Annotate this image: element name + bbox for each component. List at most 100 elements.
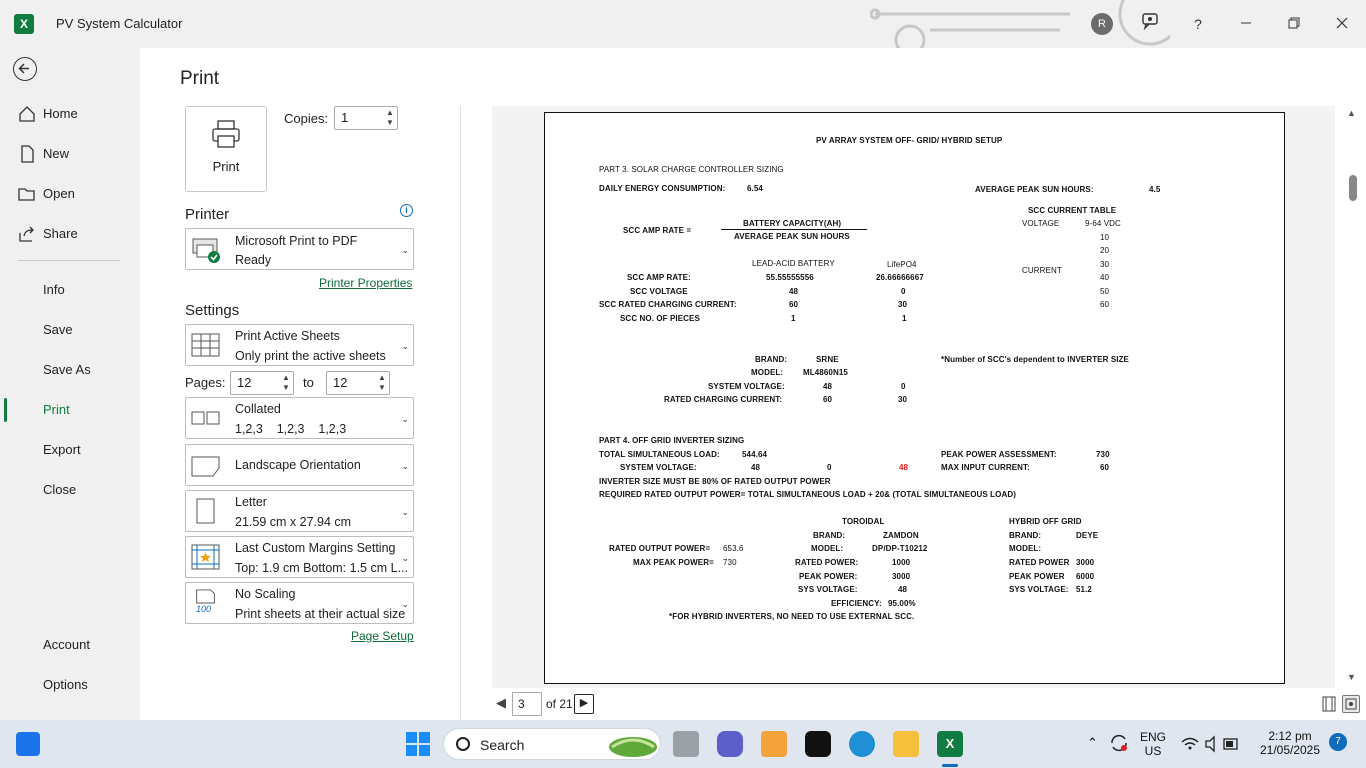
- stepper-arrows-icon[interactable]: ▲ ▼: [377, 373, 387, 393]
- nav-item-label: Open: [43, 186, 75, 201]
- close-icon[interactable]: [1330, 12, 1354, 36]
- pages-from-stepper[interactable]: 12 ▲ ▼: [230, 371, 294, 395]
- printer-ready-icon: [192, 238, 220, 263]
- preview-scrollbar[interactable]: ▲ ▼: [1345, 106, 1361, 688]
- scc-note: *Number of SCC's dependent to INVERTER S…: [941, 355, 1129, 364]
- collated-icon: [191, 411, 220, 425]
- orientation-select[interactable]: Landscape Orientation ⌄: [185, 444, 414, 486]
- show-margins-icon[interactable]: [1320, 695, 1338, 713]
- h-pp-label: PEAK POWER: [1009, 572, 1065, 581]
- nav-item-new[interactable]: New: [0, 136, 140, 172]
- copies-stepper[interactable]: 1 ▲ ▼: [334, 106, 398, 130]
- peak-sun-hours-label: AVERAGE PEAK SUN HOURS:: [975, 185, 1094, 194]
- scaling-select[interactable]: 100 No Scaling Print sheets at their act…: [185, 582, 414, 624]
- file-explorer-icon[interactable]: [893, 731, 919, 757]
- sheet-title: PV ARRAY SYSTEM OFF- GRID/ HYBRID SETUP: [816, 136, 1003, 145]
- taskbar: Search X ⌃ ENG US 2:12 pm 21/05/2025: [0, 720, 1366, 768]
- info-icon[interactable]: i: [400, 204, 413, 217]
- pages-from-value: 12: [237, 375, 252, 390]
- start-icon[interactable]: [405, 731, 431, 757]
- stepper-arrows-icon[interactable]: ▲ ▼: [385, 108, 395, 128]
- scroll-up-icon[interactable]: ▲: [1347, 108, 1356, 118]
- user-avatar[interactable]: R: [1091, 13, 1113, 35]
- print-what-select[interactable]: Print Active Sheets Only print the activ…: [185, 324, 414, 366]
- teams-icon[interactable]: [717, 731, 743, 757]
- nav-item-export[interactable]: Export: [0, 432, 140, 468]
- row-label: SCC VOLTAGE: [630, 287, 688, 296]
- scroll-thumb[interactable]: [1349, 175, 1357, 201]
- row-lead-value: 55.55555556: [766, 273, 814, 282]
- task-view-icon[interactable]: [673, 731, 699, 757]
- help-icon[interactable]: ?: [1186, 12, 1210, 36]
- next-page-icon[interactable]: ▶: [574, 694, 594, 714]
- edge-icon[interactable]: [849, 731, 875, 757]
- t-brand-label: BRAND:: [813, 531, 846, 540]
- page-setup-link[interactable]: Page Setup: [351, 629, 414, 643]
- nav-item-label: Save: [43, 322, 73, 337]
- previous-page-icon[interactable]: ◀: [496, 695, 506, 711]
- nav-item-info[interactable]: Info: [0, 272, 140, 308]
- nav-item-share[interactable]: Share: [0, 216, 140, 252]
- page-count: of 21: [546, 697, 573, 711]
- current-value: 30: [1100, 260, 1110, 269]
- search-icon: [456, 737, 470, 751]
- page-number-input[interactable]: 3: [512, 692, 542, 716]
- backstage-nav: Home New Open Share Info Save Save As Pr…: [0, 48, 140, 720]
- print-button[interactable]: Print: [185, 106, 267, 192]
- collation-select[interactable]: Collated 1,2,3 1,2,3 1,2,3 ⌄: [185, 397, 414, 439]
- nav-item-save-as[interactable]: Save As: [0, 352, 140, 388]
- paper-size-select[interactable]: Letter 21.59 cm x 27.94 cm ⌄: [185, 490, 414, 532]
- widgets-icon[interactable]: [16, 732, 40, 756]
- nav-item-save[interactable]: Save: [0, 312, 140, 348]
- excel-taskbar-icon[interactable]: X: [937, 731, 963, 757]
- pages-to-stepper[interactable]: 12 ▲ ▼: [326, 371, 390, 395]
- chevron-down-icon: ⌄: [401, 599, 409, 609]
- language-indicator[interactable]: ENG US: [1137, 730, 1169, 758]
- notification-badge[interactable]: 7: [1329, 733, 1347, 751]
- minimize-icon[interactable]: [1234, 12, 1258, 36]
- orientation-value: Landscape Orientation: [235, 458, 361, 472]
- open-folder-icon: [18, 188, 35, 201]
- rule-1: INVERTER SIZE MUST BE 80% OF RATED OUTPU…: [599, 477, 831, 486]
- taskbar-search[interactable]: Search: [443, 728, 661, 760]
- nav-item-print[interactable]: Print: [0, 392, 140, 428]
- printer-select[interactable]: Microsoft Print to PDF Ready ⌄: [185, 228, 414, 270]
- nav-item-home[interactable]: Home: [0, 96, 140, 132]
- ppa-label: PEAK POWER ASSESSMENT:: [941, 450, 1057, 459]
- zoom-to-page-icon[interactable]: [1342, 695, 1360, 713]
- printer-properties-link[interactable]: Printer Properties: [319, 276, 412, 290]
- row-life-value: 1: [902, 314, 907, 323]
- stepper-arrows-icon[interactable]: ▲ ▼: [281, 373, 291, 393]
- h-brand-label: BRAND:: [1009, 531, 1042, 540]
- network-volume-battery-icon[interactable]: [1180, 733, 1240, 755]
- nav-item-label: Share: [43, 226, 78, 241]
- restore-icon[interactable]: [1282, 12, 1306, 36]
- back-arrow-icon[interactable]: [13, 57, 37, 81]
- nav-item-account[interactable]: Account: [0, 627, 140, 663]
- store-icon[interactable]: [761, 731, 787, 757]
- printer-icon: [212, 120, 240, 148]
- print-button-label: Print: [212, 159, 240, 174]
- clock[interactable]: 2:12 pm 21/05/2025: [1252, 729, 1328, 757]
- nav-item-open[interactable]: Open: [0, 176, 140, 212]
- row-life-value: 30: [898, 300, 908, 309]
- sync-icon[interactable]: [1108, 732, 1130, 754]
- nav-item-close[interactable]: Close: [0, 472, 140, 508]
- tiktok-icon[interactable]: [805, 731, 831, 757]
- mic-label: MAX INPUT CURRENT:: [941, 463, 1030, 472]
- scroll-down-icon[interactable]: ▼: [1347, 672, 1356, 682]
- nav-item-options[interactable]: Options: [0, 667, 140, 703]
- row-label: SCC RATED CHARGING CURRENT:: [599, 300, 737, 309]
- sv-a: 48: [751, 463, 761, 472]
- print-what-main: Print Active Sheets: [235, 329, 340, 343]
- tray-overflow-icon[interactable]: ⌃: [1087, 735, 1098, 751]
- chevron-down-icon: ⌄: [401, 553, 409, 563]
- feedback-icon[interactable]: [1138, 12, 1162, 36]
- print-preview: PV ARRAY SYSTEM OFF- GRID/ HYBRID SETUP …: [492, 106, 1335, 688]
- printer-heading: Printer: [185, 206, 230, 223]
- print-what-sub: Only print the active sheets: [235, 349, 386, 363]
- paper-size-main: Letter: [235, 495, 267, 509]
- nav-item-label: Info: [43, 282, 65, 297]
- margins-select[interactable]: Last Custom Margins Setting Top: 1.9 cm …: [185, 536, 414, 578]
- h-rp-label: RATED POWER: [1009, 558, 1070, 567]
